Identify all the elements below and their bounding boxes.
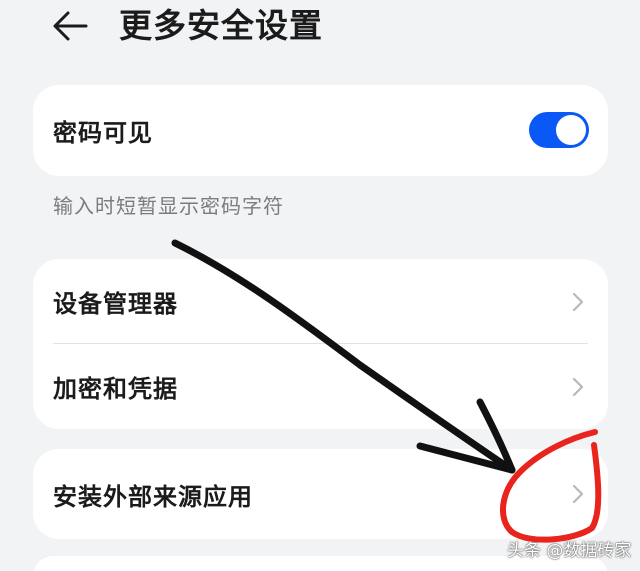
external-sources-label: 安装外部来源应用 [53, 482, 253, 511]
chevron-right-icon [572, 484, 584, 504]
device-manager-label: 设备管理器 [53, 290, 178, 318]
list-item-encryption[interactable]: 加密和凭据 [33, 344, 608, 429]
security-list-card: 设备管理器 加密和凭据 [33, 259, 608, 429]
password-visible-row[interactable]: 密码可见 [33, 85, 608, 176]
chevron-right-icon [572, 377, 584, 396]
header: 更多安全设置 [0, 0, 640, 56]
list-item-device-manager[interactable]: 设备管理器 [33, 259, 608, 344]
external-sources-card: 安装外部来源应用 [33, 449, 608, 539]
watermark: 头条 @数据砖家 [507, 541, 632, 561]
page-title: 更多安全设置 [119, 6, 323, 45]
chevron-right-icon [572, 292, 584, 311]
encryption-label: 加密和凭据 [53, 375, 178, 403]
password-visible-description: 输入时短暂显示密码字符 [53, 194, 284, 218]
back-button[interactable] [46, 4, 94, 48]
password-visible-toggle[interactable] [529, 112, 589, 148]
password-visible-label: 密码可见 [53, 119, 153, 147]
password-visible-card: 密码可见 [33, 85, 608, 176]
list-item-external-sources[interactable]: 安装外部来源应用 [33, 449, 608, 539]
back-arrow-icon [53, 11, 88, 41]
toggle-knob [556, 115, 586, 145]
